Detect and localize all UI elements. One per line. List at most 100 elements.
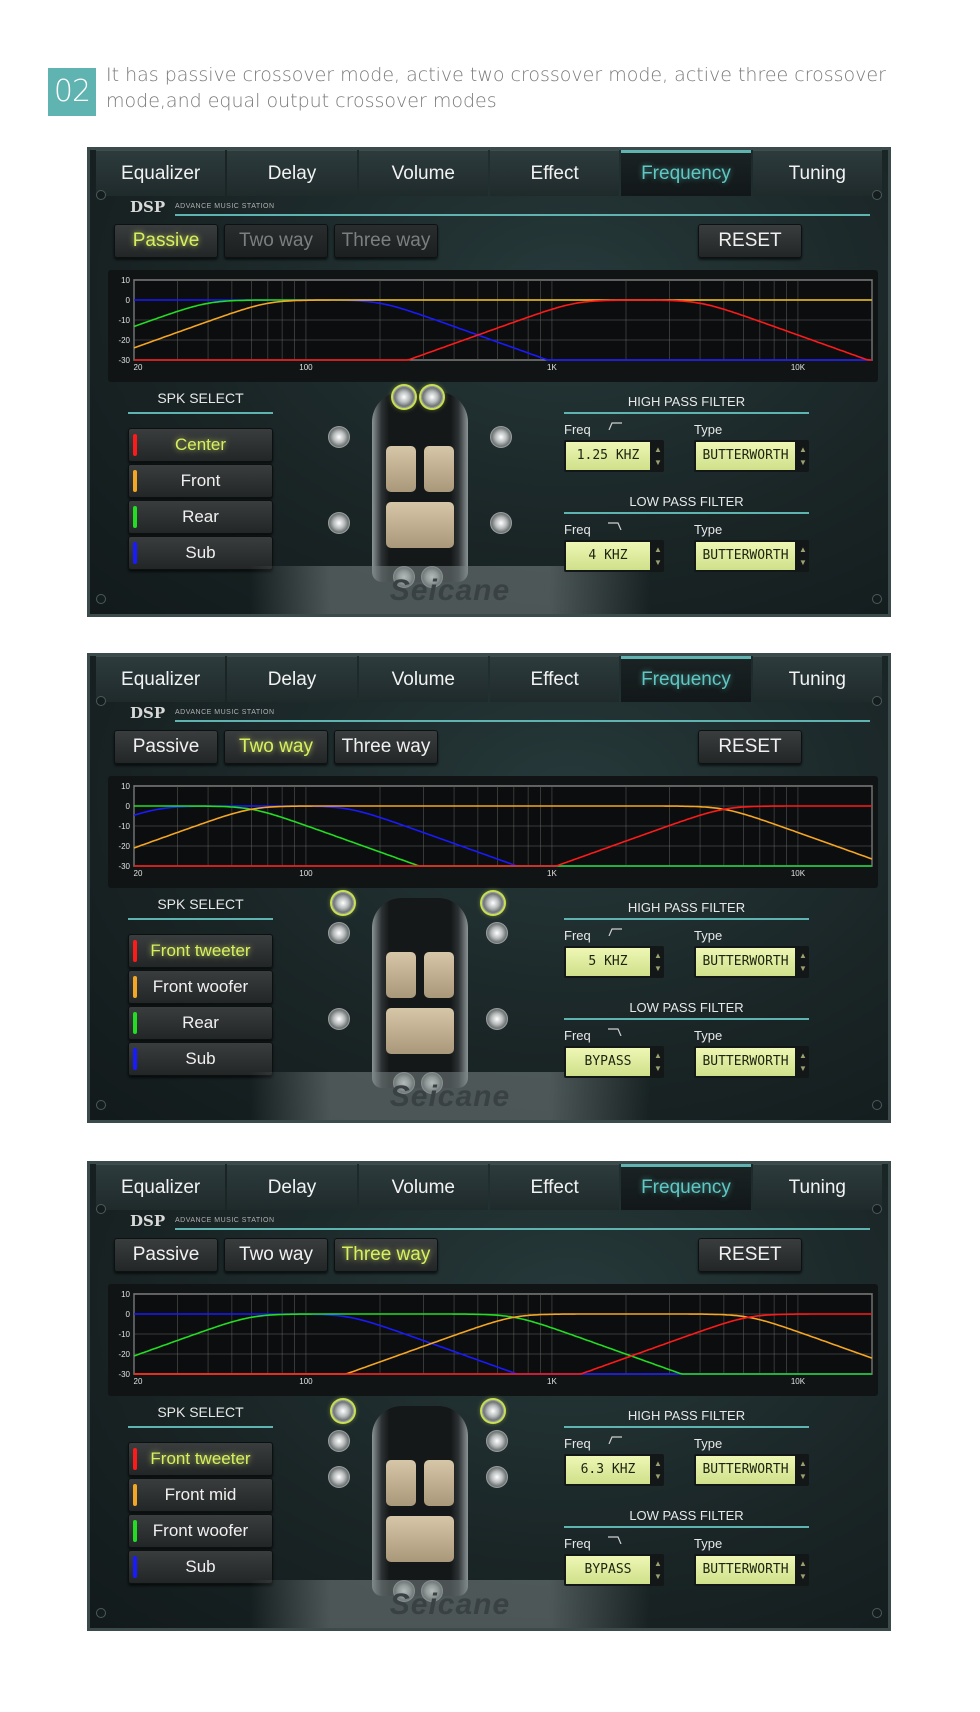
tab-tuning[interactable]: Tuning [752, 656, 882, 702]
screw-icon [872, 1608, 882, 1618]
speaker-button-front-mid[interactable]: Front mid [128, 1478, 273, 1512]
up-down-arrow-icon[interactable]: ▲ ▼ [653, 1049, 663, 1075]
low-pass-type-field[interactable]: BUTTERWORTH ▲ ▼ [694, 1554, 809, 1586]
speaker-icon[interactable] [421, 386, 443, 408]
tab-volume[interactable]: Volume [358, 656, 488, 702]
speaker-button-front-woofer[interactable]: Front woofer [128, 970, 273, 1004]
low-pass-type-field[interactable]: BUTTERWORTH ▲ ▼ [694, 540, 809, 572]
tab-frequency[interactable]: Frequency [621, 1164, 751, 1210]
speaker-button-rear[interactable]: Rear [128, 1006, 273, 1040]
speaker-icon[interactable] [482, 892, 504, 914]
speaker-button-sub[interactable]: Sub [128, 536, 273, 570]
low-pass-type-field[interactable]: BUTTERWORTH ▲ ▼ [694, 1046, 809, 1078]
speaker-icon[interactable] [486, 1430, 508, 1452]
speaker-icon[interactable] [490, 426, 512, 448]
tab-delay[interactable]: Delay [227, 150, 357, 196]
low-pass-freq-label: Freq [564, 522, 591, 537]
speaker-button-front[interactable]: Front [128, 464, 273, 498]
mode-passive-button[interactable]: Passive [114, 224, 218, 258]
up-down-arrow-icon[interactable]: ▲ ▼ [798, 949, 808, 975]
mode-three-way-button[interactable]: Three way [334, 730, 438, 764]
tab-frequency[interactable]: Frequency [621, 656, 751, 702]
speaker-icon[interactable] [328, 426, 350, 448]
up-down-arrow-icon[interactable]: ▲ ▼ [798, 1557, 808, 1583]
speaker-button-label: Rear [182, 507, 219, 526]
mode-two-way-button[interactable]: Two way [224, 224, 328, 258]
crossover-chart: 10 0 -10 -20 -30 20 100 1K 10K [108, 1284, 878, 1396]
reset-button[interactable]: RESET [698, 730, 802, 764]
high-pass-freq-field[interactable]: 5 KHZ ▲ ▼ [564, 946, 664, 978]
tab-frequency[interactable]: Frequency [621, 150, 751, 196]
up-down-arrow-icon[interactable]: ▲ ▼ [798, 443, 808, 469]
tab-delay[interactable]: Delay [227, 1164, 357, 1210]
low-pass-freq-field[interactable]: 4 KHZ ▲ ▼ [564, 540, 664, 572]
speaker-icon[interactable] [332, 1400, 354, 1422]
mode-three-way-button[interactable]: Three way [334, 224, 438, 258]
spk-select-title: SPK SELECT [157, 390, 244, 406]
speaker-button-front-tweeter[interactable]: Front tweeter [128, 934, 273, 968]
screw-icon [872, 594, 882, 604]
speaker-icon[interactable] [490, 512, 512, 534]
speaker-icon[interactable] [486, 1008, 508, 1030]
mode-three-way-button[interactable]: Three way [334, 1238, 438, 1272]
y-tick-label: -20 [118, 336, 130, 345]
speaker-icon[interactable] [486, 1466, 508, 1488]
speaker-icon[interactable] [482, 1400, 504, 1422]
up-down-arrow-icon[interactable]: ▲ ▼ [653, 1457, 663, 1483]
speaker-icon[interactable] [328, 1008, 350, 1030]
high-pass-type-field[interactable]: BUTTERWORTH ▲ ▼ [694, 946, 809, 978]
tab-effect[interactable]: Effect [489, 1164, 620, 1210]
speaker-icon[interactable] [393, 386, 415, 408]
car-top-view [320, 892, 520, 1098]
dsp-subtitle: ADVANCE MUSIC STATION [175, 709, 275, 716]
up-down-arrow-icon[interactable]: ▲ ▼ [798, 543, 808, 569]
speaker-button-front-woofer[interactable]: Front woofer [128, 1514, 273, 1548]
tab-equalizer[interactable]: Equalizer [96, 656, 226, 702]
up-down-arrow-icon[interactable]: ▲ ▼ [653, 543, 663, 569]
high-pass-freq-field[interactable]: 6.3 KHZ ▲ ▼ [564, 1454, 664, 1486]
speaker-button-sub[interactable]: Sub [128, 1042, 273, 1076]
up-down-arrow-icon[interactable]: ▲ ▼ [653, 949, 663, 975]
up-down-arrow-icon[interactable]: ▲ ▼ [798, 1457, 808, 1483]
reset-button[interactable]: RESET [698, 1238, 802, 1272]
tab-equalizer[interactable]: Equalizer [96, 150, 226, 196]
tab-effect[interactable]: Effect [489, 656, 620, 702]
low-pass-freq-field[interactable]: BYPASS ▲ ▼ [564, 1554, 664, 1586]
low-pass-filter-title: LOW PASS FILTER [629, 1000, 744, 1015]
dsp-divider [175, 720, 870, 722]
y-tick-label: 0 [126, 296, 131, 305]
speaker-button-front-tweeter[interactable]: Front tweeter [128, 1442, 273, 1476]
speaker-button-center[interactable]: Center [128, 428, 273, 462]
low-pass-freq-field[interactable]: BYPASS ▲ ▼ [564, 1046, 664, 1078]
speaker-icon[interactable] [328, 1430, 350, 1452]
speaker-button-sub[interactable]: Sub [128, 1550, 273, 1584]
reset-button[interactable]: RESET [698, 224, 802, 258]
x-tick-label: 1K [547, 1377, 557, 1386]
tab-volume[interactable]: Volume [358, 150, 488, 196]
mode-passive-button[interactable]: Passive [114, 1238, 218, 1272]
speaker-icon[interactable] [328, 1466, 350, 1488]
mode-passive-button[interactable]: Passive [114, 730, 218, 764]
speaker-icon[interactable] [328, 922, 350, 944]
high-pass-type-field[interactable]: BUTTERWORTH ▲ ▼ [694, 1454, 809, 1486]
up-down-arrow-icon[interactable]: ▲ ▼ [798, 1049, 808, 1075]
mode-two-way-button[interactable]: Two way [224, 730, 328, 764]
high-pass-type-field[interactable]: BUTTERWORTH ▲ ▼ [694, 440, 809, 472]
speaker-button-label: Sub [185, 1049, 216, 1068]
speaker-button-rear[interactable]: Rear [128, 500, 273, 534]
tab-volume[interactable]: Volume [358, 1164, 488, 1210]
up-down-arrow-icon[interactable]: ▲ ▼ [653, 443, 663, 469]
mode-two-way-button[interactable]: Two way [224, 1238, 328, 1272]
tab-equalizer[interactable]: Equalizer [96, 1164, 226, 1210]
tab-tuning[interactable]: Tuning [752, 150, 882, 196]
tab-tuning[interactable]: Tuning [752, 1164, 882, 1210]
speaker-button-label: Front tweeter [150, 1449, 251, 1468]
high-pass-freq-field[interactable]: 1.25 KHZ ▲ ▼ [564, 440, 664, 472]
tab-effect[interactable]: Effect [489, 150, 620, 196]
up-down-arrow-icon[interactable]: ▲ ▼ [653, 1557, 663, 1583]
car-seat [386, 1460, 416, 1506]
speaker-icon[interactable] [328, 512, 350, 534]
speaker-icon[interactable] [486, 922, 508, 944]
tab-delay[interactable]: Delay [227, 656, 357, 702]
speaker-icon[interactable] [332, 892, 354, 914]
